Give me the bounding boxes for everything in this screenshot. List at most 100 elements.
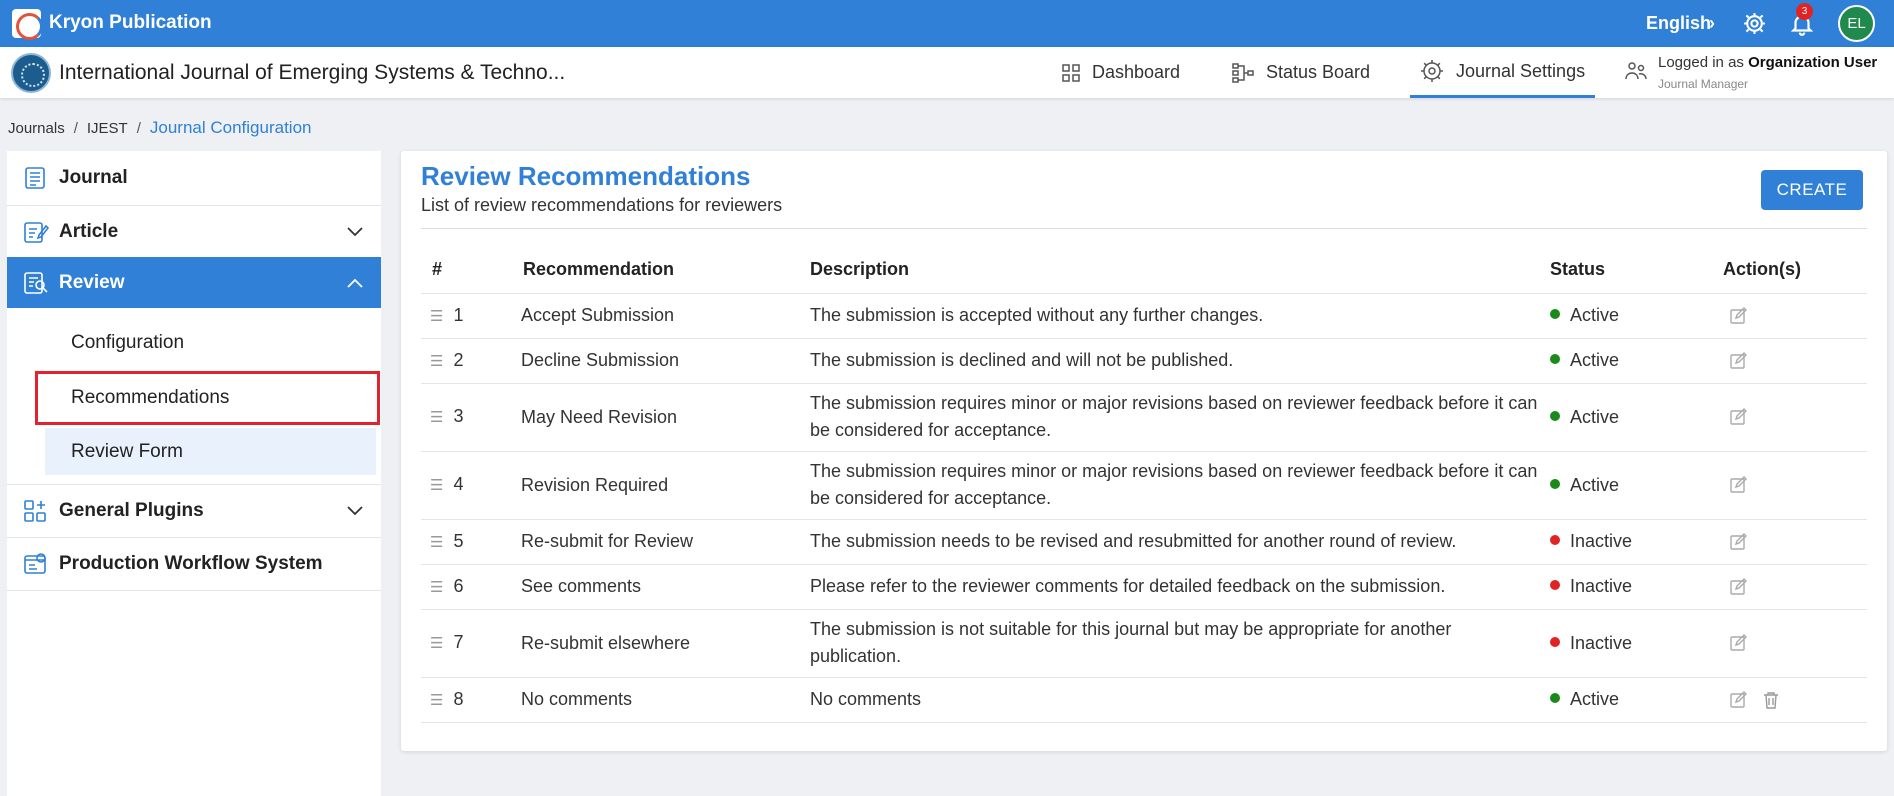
edit-icon[interactable] [1729,408,1747,426]
row-number: 8 [453,688,464,709]
status-label: Inactive [1570,531,1633,551]
drag-handle-icon[interactable]: ☰ [430,409,443,426]
nav-journal-settings-label: Journal Settings [1456,60,1586,81]
drag-handle-icon[interactable]: ☰ [430,308,443,325]
chevron-right-icon[interactable]: › [1709,13,1715,34]
status-dot-icon [1550,309,1560,320]
table-row: ☰ 5 Re-submit for Review The submission nee… [421,519,1867,565]
recommendation-description: The submission is accepted without any f… [810,293,1550,339]
nav-status-board-label: Status Board [1266,62,1371,82]
nav-status-board[interactable]: Status Board [1232,47,1370,98]
review-recommendations-panel: Review Recommendations List of review re… [401,151,1887,751]
users-icon [1625,62,1647,80]
top-bar: Kryon Publication English › 3 EL [0,0,1894,47]
nav-dashboard[interactable]: Dashboard [1062,47,1180,98]
table-row: ☰ 6 See comments Please refer to the review… [421,564,1867,610]
row-number: 7 [453,632,464,652]
user-name: Organization User [1748,54,1878,71]
breadcrumb-journals[interactable]: Journals [8,120,65,137]
sidebar-item-production-workflow[interactable]: Production Workflow System [7,538,381,591]
user-role: Journal Manager [1658,77,1749,91]
table-row: ☰ 8 No comments No comments Active [421,677,1867,723]
row-number: 2 [453,349,464,370]
table-row: ☰ 1 Accept Submission The submission is acc… [421,293,1867,339]
recommendation-name: Re-submit elsewhere [521,609,810,678]
row-number: 5 [453,530,464,551]
breadcrumb-current: Journal Configuration [149,118,312,137]
nav-dashboard-label: Dashboard [1092,62,1181,82]
status-dot-icon [1550,580,1560,591]
sidebar-item-review[interactable]: Review [7,257,381,308]
column-header-actions: Action(s) [1723,247,1867,294]
status-label: Inactive [1570,576,1633,596]
edit-icon[interactable] [1729,577,1747,596]
edit-icon[interactable] [1729,351,1747,370]
edit-icon[interactable] [1729,690,1747,709]
status-dot-icon [1550,636,1560,647]
status-board-icon [1232,62,1254,83]
row-number: 3 [453,406,464,426]
plugins-icon [24,500,46,522]
table-header-row: # Recommendation Description Status Acti… [421,247,1867,294]
brand-name: Kryon Publication [49,12,212,33]
breadcrumb-ijest[interactable]: IJEST [87,120,128,137]
recommendation-name: May Need Revision [521,383,810,452]
drag-handle-icon[interactable]: ☰ [430,534,443,551]
sidebar-item-article[interactable]: Article [7,206,381,258]
recommendations-table: # Recommendation Description Status Acti… [421,247,1867,723]
row-number-cell: ☰ 2 [421,338,521,384]
recommendation-description: The submission needs to be revised and r… [810,519,1550,565]
status-label: Active [1570,406,1620,427]
drag-handle-icon[interactable]: ☰ [430,353,443,370]
edit-icon[interactable] [1729,634,1747,652]
actions-cell [1723,519,1867,565]
nav-journal-settings[interactable]: Journal Settings [1410,47,1596,98]
status-cell: Active [1550,383,1723,452]
status-dot-icon [1550,354,1560,365]
status-label: Active [1570,689,1620,709]
status-label: Inactive [1570,632,1633,653]
dashboard-grid-icon [1062,63,1080,82]
journal-icon [25,167,45,189]
create-button[interactable]: CREATE [1761,170,1863,210]
language-selector[interactable]: English [1646,13,1711,34]
workflow-icon [24,553,46,574]
settings-gear-icon[interactable] [1742,11,1767,36]
drag-handle-icon[interactable]: ☰ [430,579,443,596]
row-number-cell: ☰ 7 [421,609,521,678]
row-number-cell: ☰ 1 [421,293,521,339]
sidebar: Journal Article Review Configuration Rec… [7,151,381,796]
chevron-down-icon [347,506,363,516]
recommendation-name: No comments [521,677,810,723]
edit-icon[interactable] [1729,532,1747,551]
edit-icon[interactable] [1729,306,1747,325]
divider [421,228,1867,229]
status-dot-icon [1550,535,1560,546]
status-cell: Active [1550,451,1723,520]
drag-handle-icon[interactable]: ☰ [430,477,443,494]
row-number-cell: ☰ 4 [421,451,521,520]
status-cell: Inactive [1550,564,1723,610]
table-row: ☰ 3 May Need Revision The submission requir… [421,383,1867,452]
sidebar-item-label: Production Workflow System [59,553,323,574]
user-avatar[interactable]: EL [1838,5,1875,42]
journal-logo [11,53,51,93]
actions-cell [1723,338,1867,384]
breadcrumb-separator: / [73,120,78,137]
status-cell: Inactive [1550,609,1723,678]
sidebar-item-journal[interactable]: Journal [7,151,381,206]
page-subtitle: List of review recommendations for revie… [421,195,783,215]
table-row: ☰ 4 Revision Required The submission requir… [421,451,1867,520]
drag-handle-icon[interactable]: ☰ [430,635,443,652]
sidebar-subitem-review-form[interactable]: Review Form [45,428,376,475]
sidebar-item-label: General Plugins [59,500,204,521]
sidebar-subitem-configuration[interactable]: Configuration [45,319,376,366]
status-dot-icon [1550,478,1560,489]
column-header-recommendation: Recommendation [521,247,810,294]
sidebar-item-general-plugins[interactable]: General Plugins [7,484,381,538]
drag-handle-icon[interactable]: ☰ [430,692,443,709]
delete-trash-icon[interactable] [1763,691,1779,709]
sidebar-item-label: Article [59,220,119,242]
edit-icon[interactable] [1729,476,1747,494]
sidebar-subitem-recommendations[interactable]: Recommendations [35,371,380,425]
